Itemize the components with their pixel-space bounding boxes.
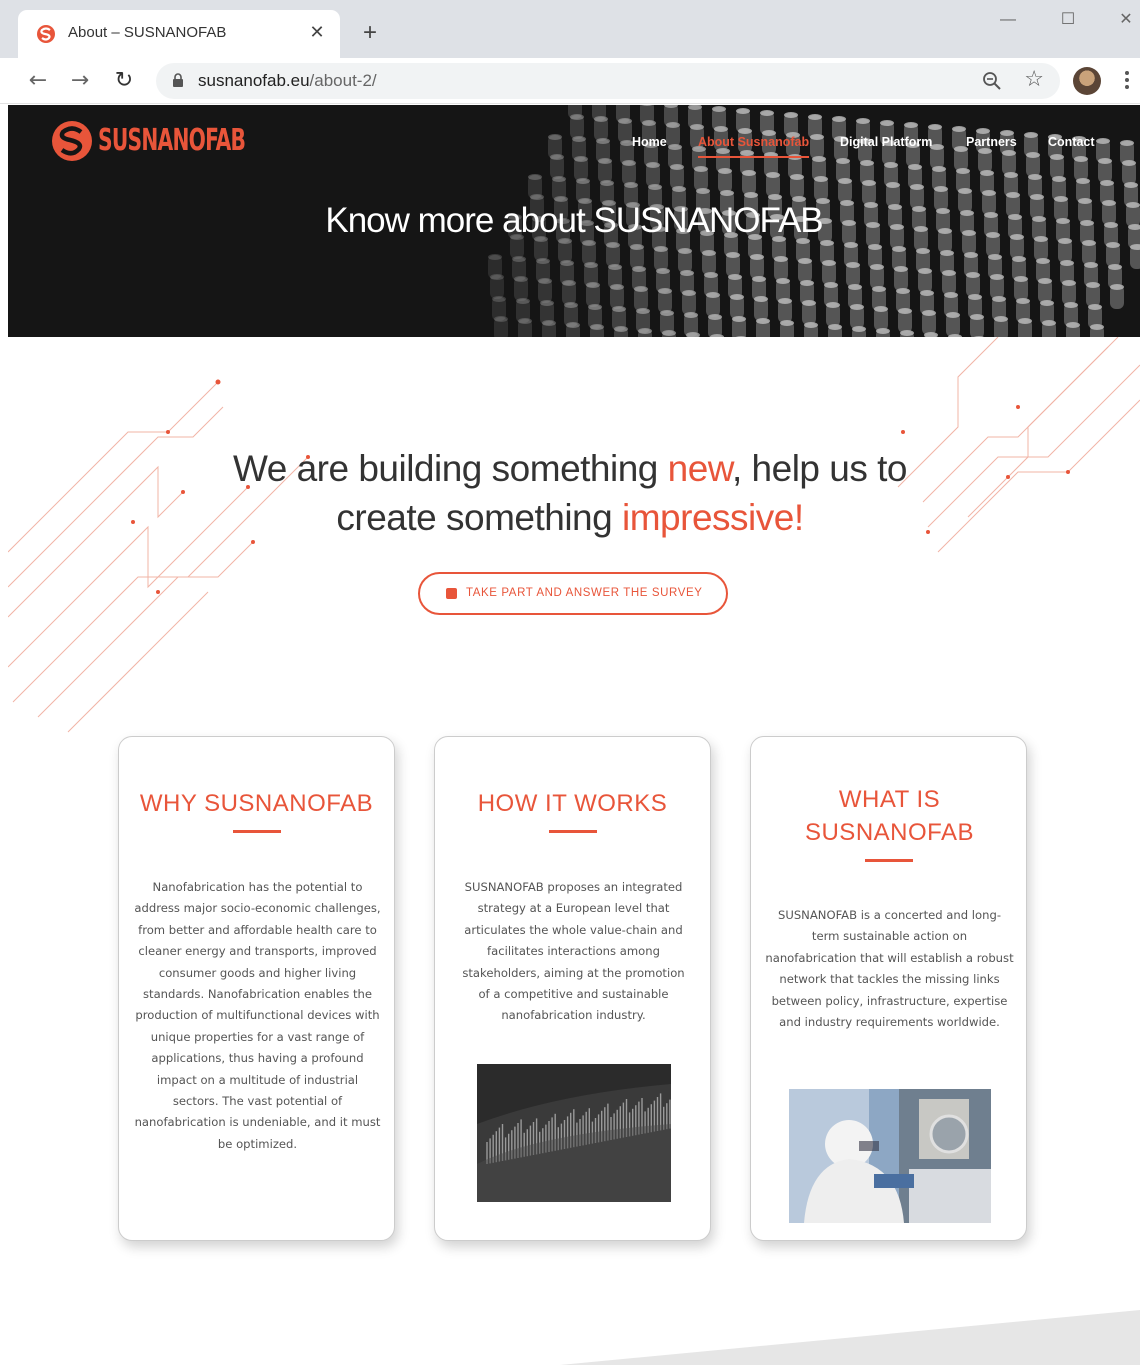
lab-technician-image <box>789 1089 991 1223</box>
main-headline: We are building something new, help us t… <box>190 444 950 542</box>
tab-title: About – SUSNANOFAB <box>68 24 227 41</box>
survey-button-label: TAKE PART AND ANSWER THE SURVEY <box>466 587 703 599</box>
site-logo[interactable]: SUSNANOFAB <box>50 119 246 163</box>
card-title: WHAT IS SUSNANOFAB <box>804 786 975 846</box>
card-what-is-susnanofab: WHAT IS SUSNANOFAB SUSNANOFAB is a conce… <box>750 736 1027 1241</box>
nav-home[interactable]: Home <box>632 135 667 149</box>
nav-digital-platform[interactable]: Digital Platform <box>840 135 932 149</box>
browser-menu-icon[interactable] <box>1120 68 1134 94</box>
back-arrow-icon[interactable]: ← <box>24 67 52 95</box>
card-title: HOW IT WORKS <box>477 790 668 817</box>
headline-accent-impressive: impressive! <box>622 497 804 538</box>
zoom-out-icon[interactable] <box>982 71 1002 91</box>
bookmark-star-icon[interactable]: ☆ <box>1024 67 1044 93</box>
card-title: WHY SUSNANOFAB <box>139 790 374 817</box>
footer-wedge-decoration <box>560 1310 1140 1365</box>
logo-mark-icon <box>52 121 92 161</box>
card-why-susnanofab: WHY SUSNANOFAB Nanofabrication has the p… <box>118 736 395 1241</box>
nav-about[interactable]: About Susnanofab <box>698 135 810 158</box>
headline-text-1: We are building something <box>232 448 668 489</box>
susnanofab-favicon-icon <box>37 25 55 43</box>
browser-tab[interactable]: About – SUSNANOFAB ✕ <box>18 10 340 58</box>
nav-contact[interactable]: Contact <box>1048 135 1095 149</box>
hero-banner: SUSNANOFAB Home About Susnanofab Digital… <box>8 105 1140 337</box>
card-divider <box>549 830 597 833</box>
headline-accent-new: new <box>667 448 733 489</box>
card-divider <box>865 859 913 862</box>
card-divider <box>233 830 281 833</box>
new-tab-button[interactable]: + <box>356 20 384 48</box>
hero-title: Know more about SUSNANOFAB <box>325 201 823 240</box>
reload-icon[interactable]: ↻ <box>110 67 138 95</box>
browser-toolbar: ← → ↻ susnanofab.eu/about-2/ ☆ <box>0 58 1140 104</box>
forward-arrow-icon[interactable]: → <box>66 67 94 95</box>
logo-text: SUSNANOFAB <box>98 123 246 158</box>
card-body: Nanofabrication has the potential to add… <box>134 880 381 1151</box>
browser-titlebar: About – SUSNANOFAB ✕ + — ☐ ✕ <box>0 0 1140 58</box>
survey-button[interactable]: TAKE PART AND ANSWER THE SURVEY <box>418 572 728 615</box>
card-body: SUSNANOFAB proposes an integrated strate… <box>462 880 685 1023</box>
profile-avatar[interactable] <box>1073 67 1101 95</box>
window-minimize-icon[interactable]: — <box>988 6 1028 34</box>
window-maximize-icon[interactable]: ☐ <box>1048 6 1088 34</box>
survey-form-icon <box>446 588 457 599</box>
window-close-icon[interactable]: ✕ <box>1106 6 1140 34</box>
tab-close-icon[interactable]: ✕ <box>306 22 328 44</box>
nav-partners[interactable]: Partners <box>966 135 1017 149</box>
address-bar[interactable]: susnanofab.eu/about-2/ ☆ <box>156 63 1060 99</box>
lock-icon <box>173 73 183 87</box>
card-how-it-works: HOW IT WORKS SUSNANOFAB proposes an inte… <box>434 736 711 1241</box>
card-body: SUSNANOFAB is a concerted and long-term … <box>765 908 1014 1030</box>
url-text: susnanofab.eu/about-2/ <box>198 71 377 90</box>
nanostructure-image <box>477 1064 671 1202</box>
